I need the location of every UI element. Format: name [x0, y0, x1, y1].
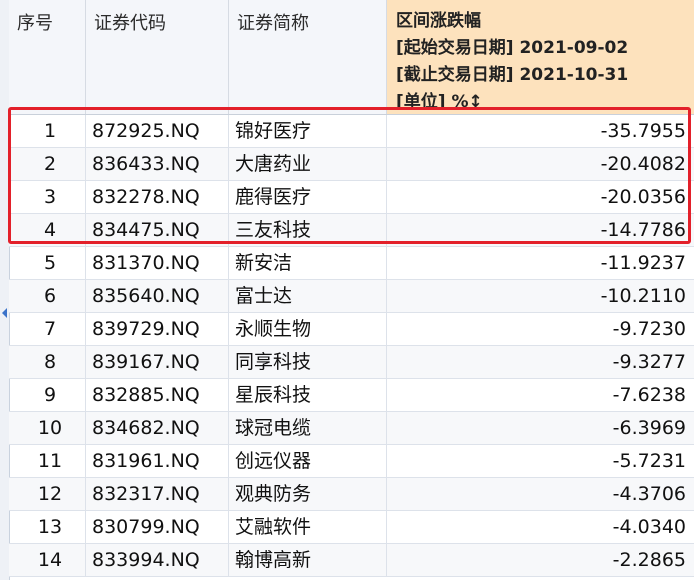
scroll-left-arrow-icon[interactable]: [2, 308, 7, 318]
cell-name: 创远仪器: [229, 445, 387, 477]
header-name-label: 证券简称: [237, 13, 309, 34]
cell-name: 新安洁: [229, 247, 387, 279]
table-row[interactable]: 7 839729.NQ 永顺生物 -9.7230: [9, 313, 694, 346]
cell-change: -9.3277: [612, 351, 686, 373]
header-code[interactable]: 证券代码: [86, 0, 229, 114]
cell-code: 832317.NQ: [86, 478, 229, 510]
cell-change: -2.2865: [612, 549, 686, 571]
cell-name: 星辰科技: [229, 379, 387, 411]
table-row[interactable]: 12 832317.NQ 观典防务 -4.3706: [9, 478, 694, 511]
cell-index: 9: [9, 379, 86, 411]
cell-change: -10.2110: [600, 285, 686, 307]
cell-code: 834682.NQ: [86, 412, 229, 444]
cell-code: 839729.NQ: [86, 313, 229, 345]
cell-name: 同享科技: [229, 346, 387, 378]
header-index[interactable]: 序号: [9, 0, 86, 114]
cell-change: -4.0340: [612, 516, 686, 538]
cell-change: -5.7231: [612, 450, 686, 472]
cell-change: -4.3706: [612, 483, 686, 505]
highlight-box-top-four: [8, 107, 691, 244]
cell-code: 832885.NQ: [86, 379, 229, 411]
table-row[interactable]: 14 833994.NQ 翰博高新 -2.2865: [9, 544, 694, 577]
cell-change: -11.9237: [600, 252, 686, 274]
header-change-label: 区间涨跌幅 [起始交易日期] 2021-09-02 [截止交易日期] 2021-…: [396, 8, 628, 116]
cell-name: 艾融软件: [229, 511, 387, 543]
cell-code: 831961.NQ: [86, 445, 229, 477]
cell-change: -6.3969: [612, 417, 686, 439]
cell-index: 5: [9, 247, 86, 279]
cell-index: 13: [9, 511, 86, 543]
table-row[interactable]: 5 831370.NQ 新安洁 -11.9237: [9, 247, 694, 280]
cell-code: 839167.NQ: [86, 346, 229, 378]
cell-index: 6: [9, 280, 86, 312]
header-index-label: 序号: [17, 13, 53, 34]
table-row[interactable]: 10 834682.NQ 球冠电缆 -6.3969: [9, 412, 694, 445]
cell-index: 14: [9, 544, 86, 576]
header-change-start-date: [起始交易日期] 2021-09-02: [396, 38, 629, 58]
table-row[interactable]: 9 832885.NQ 星辰科技 -7.6238: [9, 379, 694, 412]
table-row[interactable]: 6 835640.NQ 富士达 -10.2110: [9, 280, 694, 313]
table-row[interactable]: 8 839167.NQ 同享科技 -9.3277: [9, 346, 694, 379]
cell-index: 10: [9, 412, 86, 444]
cell-index: 12: [9, 478, 86, 510]
table-row[interactable]: 13 830799.NQ 艾融软件 -4.0340: [9, 511, 694, 544]
header-name[interactable]: 证券简称: [229, 0, 387, 114]
cell-name: 翰博高新: [229, 544, 387, 576]
header-change-title: 区间涨跌幅: [396, 11, 481, 31]
header-change[interactable]: 区间涨跌幅 [起始交易日期] 2021-09-02 [截止交易日期] 2021-…: [387, 0, 694, 114]
table-row[interactable]: 11 831961.NQ 创远仪器 -5.7231: [9, 445, 694, 478]
cell-code: 831370.NQ: [86, 247, 229, 279]
cell-name: 球冠电缆: [229, 412, 387, 444]
cell-index: 7: [9, 313, 86, 345]
cell-name: 永顺生物: [229, 313, 387, 345]
cell-name: 富士达: [229, 280, 387, 312]
cell-index: 11: [9, 445, 86, 477]
cell-code: 835640.NQ: [86, 280, 229, 312]
cell-code: 833994.NQ: [86, 544, 229, 576]
cell-name: 观典防务: [229, 478, 387, 510]
header-change-end-date: [截止交易日期] 2021-10-31: [396, 65, 629, 85]
header-code-label: 证券代码: [94, 13, 166, 34]
cell-change: -9.7230: [612, 318, 686, 340]
cell-change: -7.6238: [612, 384, 686, 406]
cell-index: 8: [9, 346, 86, 378]
cell-code: 830799.NQ: [86, 511, 229, 543]
